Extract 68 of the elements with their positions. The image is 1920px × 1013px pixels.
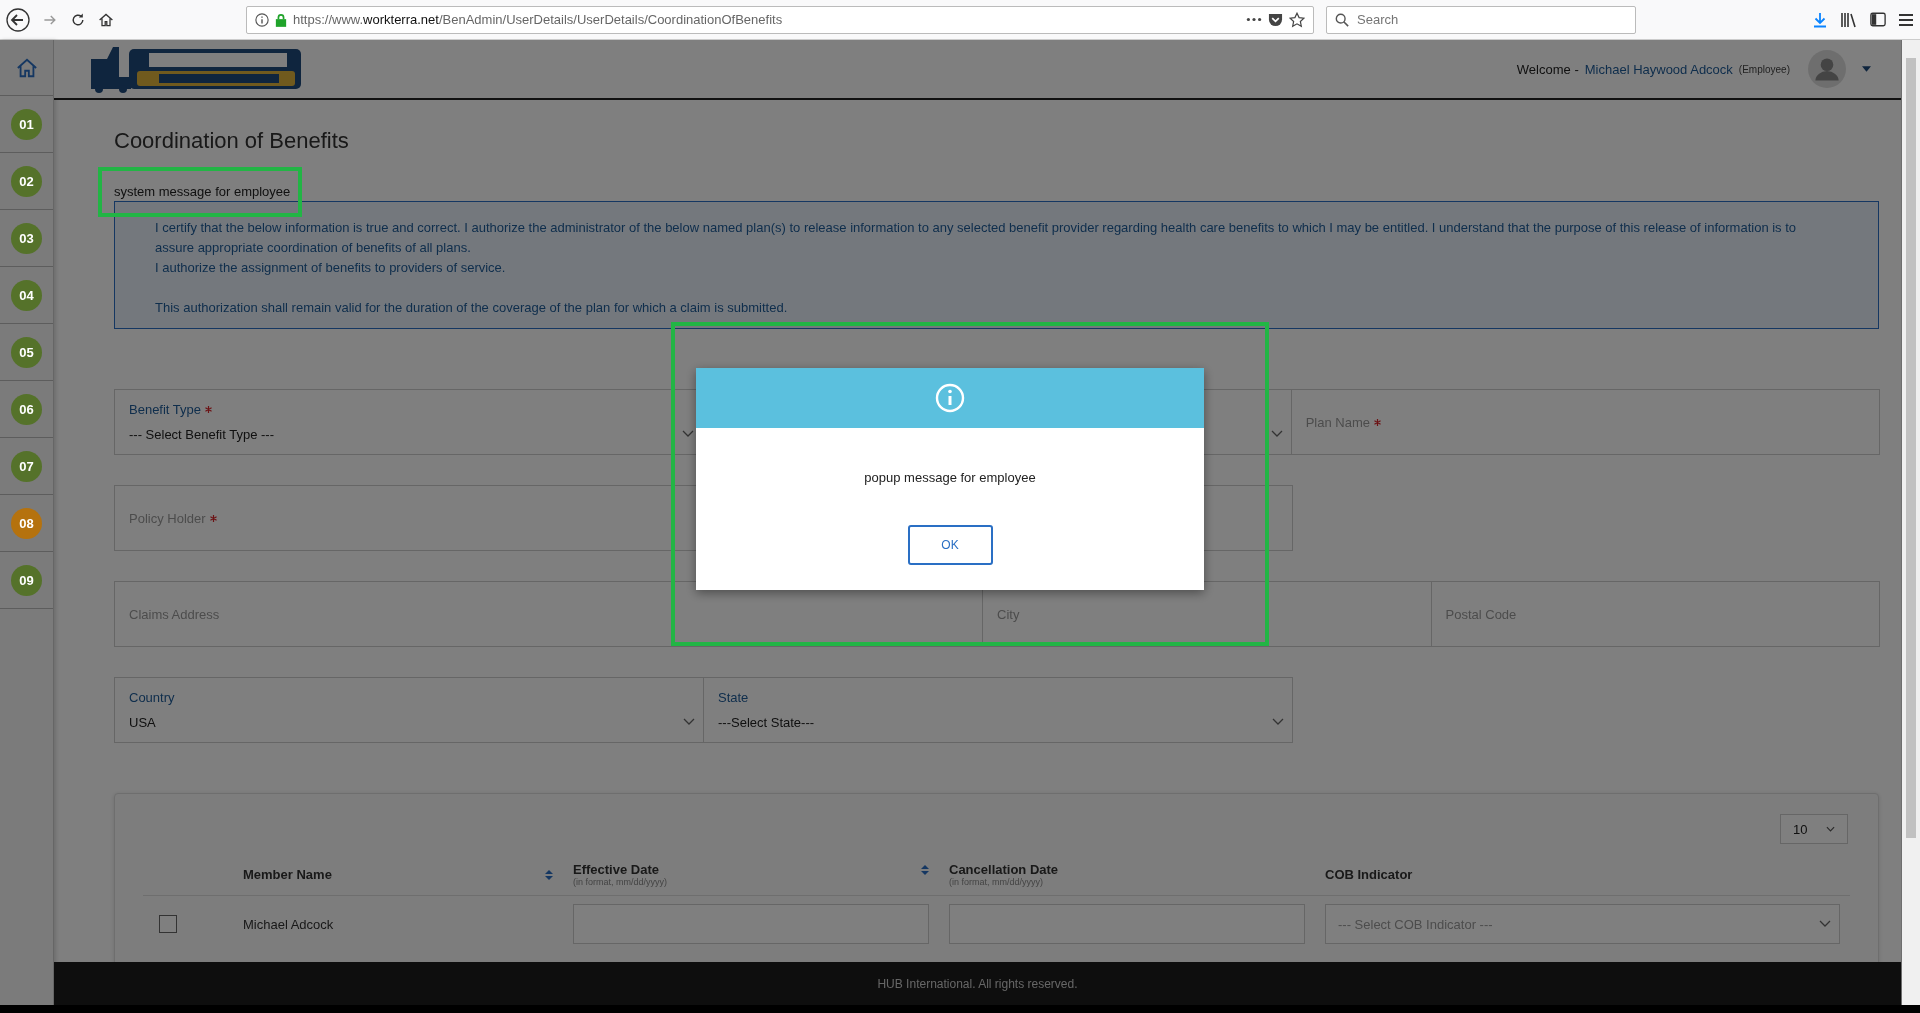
notice-text: I certify that the below information is true and correct. I authorize the administrator of the below named plan(s) to release information to any selected benefit provider regarding health care benefits to which I may be entitled. I understand that the purpose of this release of information is to assure appropriate coordination of benefits of all plans. — [155, 219, 1798, 257]
select-field[interactable]: State ---Select State--- — [703, 677, 1293, 743]
chevron-icon — [682, 430, 695, 438]
avatar-icon[interactable] — [1808, 50, 1846, 88]
info-icon — [935, 383, 965, 413]
chevron-icon — [683, 718, 695, 726]
select-value: USA — [129, 715, 156, 730]
step-badge[interactable]: 05 — [11, 336, 42, 368]
welcome-label: Welcome - — [1516, 61, 1579, 77]
copyright-text: HUB International. All rights reserved. — [877, 976, 1078, 991]
required-icon — [1373, 418, 1381, 426]
download-icon[interactable] — [1812, 11, 1828, 28]
column-header[interactable]: COB Indicator — [1325, 867, 1840, 882]
step-badge[interactable]: 04 — [11, 279, 42, 311]
notice-text: This authorization shall remain valid for the duration of the coverage of the plan for which a claim is submitted. — [155, 299, 789, 317]
search-field[interactable]: Search — [1326, 5, 1636, 34]
date-field[interactable] — [949, 904, 1305, 944]
column-header[interactable]: Cancellation Date — [949, 862, 1305, 877]
field-label: State — [718, 690, 749, 705]
chevron-icon — [1272, 718, 1284, 726]
scrollbar[interactable] — [1901, 40, 1920, 1005]
reload-icon[interactable] — [70, 11, 86, 28]
step-badge[interactable]: 02 — [11, 165, 42, 197]
menu-icon[interactable] — [1898, 12, 1914, 27]
required-icon — [205, 406, 213, 413]
ok-button[interactable]: OK — [907, 525, 993, 565]
sidebar-icon[interactable] — [1870, 12, 1886, 27]
select-value: ---Select State--- — [718, 715, 815, 730]
checkbox[interactable] — [159, 915, 177, 933]
home-icon[interactable] — [98, 11, 114, 28]
address-bar[interactable]: https://www.workterra.net/BenAdmin/UserDetails/UserDetails/CoordinationOfBenefits — [246, 5, 1314, 34]
select-field[interactable]: Country USA — [114, 677, 704, 743]
page-title: Coordination of Benefits — [114, 128, 350, 154]
step-badge[interactable]: 09 — [11, 564, 42, 596]
more-icon[interactable] — [1246, 17, 1262, 22]
step-badge[interactable]: 07 — [11, 450, 42, 482]
field-label: Country — [129, 690, 175, 705]
chevron-icon — [1270, 430, 1283, 438]
back-icon[interactable] — [6, 7, 30, 32]
chevron-icon — [1826, 826, 1835, 832]
user-name[interactable]: Michael Haywood Adcock — [1584, 61, 1733, 77]
step-badge[interactable]: 06 — [11, 393, 42, 425]
info-icon[interactable] — [255, 12, 269, 27]
caret-icon[interactable] — [1862, 66, 1871, 72]
system-message: system message for employee — [114, 184, 292, 199]
column-header[interactable]: Member Name — [243, 867, 553, 882]
page-size-select[interactable]: 10 — [1780, 814, 1848, 844]
bookmark-star-icon[interactable] — [1289, 11, 1305, 28]
url-text: https://www.workterra.net/BenAdmin/UserDetails/UserDetails/CoordinationOfBenefits — [293, 12, 783, 27]
field-label: Benefit Type — [129, 402, 202, 417]
lock-icon — [275, 12, 287, 27]
column-header[interactable]: Effective Date — [573, 862, 929, 877]
chevron-icon — [1819, 920, 1831, 928]
popup-message: popup message for employee — [864, 470, 1036, 485]
step-badge[interactable]: 01 — [11, 108, 42, 140]
select-value: --- Select Benefit Type --- — [129, 427, 274, 442]
step-badge[interactable]: 08 — [11, 507, 42, 539]
sort-icon — [921, 864, 929, 875]
step-badge[interactable]: 03 — [11, 222, 42, 254]
search-icon — [1335, 12, 1349, 27]
table-cell: Michael Adcock — [243, 916, 334, 932]
notice-text: I authorize the assignment of benefits to providers of service. — [155, 259, 507, 277]
user-role: (Employee) — [1738, 63, 1790, 75]
pocket-icon[interactable] — [1268, 12, 1283, 27]
required-icon — [209, 514, 217, 522]
sort-icon — [545, 869, 553, 880]
date-field[interactable] — [573, 904, 929, 944]
library-icon[interactable] — [1840, 11, 1858, 28]
